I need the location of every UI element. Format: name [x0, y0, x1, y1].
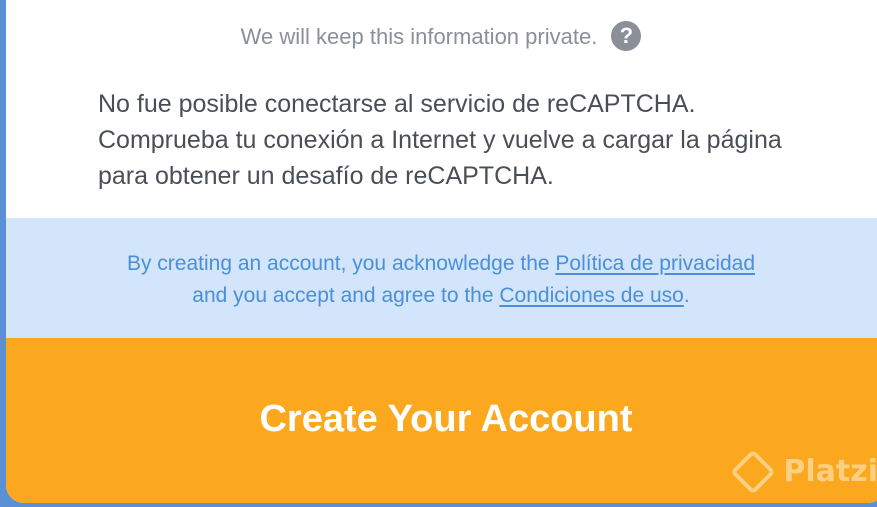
privacy-note-text: We will keep this information private. — [240, 24, 598, 49]
terms-suffix: . — [683, 284, 690, 307]
privacy-policy-link[interactable]: Política de privacidad — [555, 252, 755, 275]
platzi-watermark: Platzi — [730, 448, 877, 495]
terms-notice: By creating an account, you acknowledge … — [6, 218, 877, 338]
watermark-text: Platzi — [783, 454, 877, 489]
terms-of-use-link[interactable]: Condiciones de uso — [499, 284, 683, 307]
terms-text: By creating an account, you acknowledge … — [6, 248, 876, 312]
create-account-button[interactable]: Create Your Account Platzi — [6, 338, 877, 503]
recaptcha-error-message: No fue posible conectarse al servicio de… — [98, 90, 782, 190]
create-account-label: Create Your Account — [259, 398, 633, 440]
terms-middle: and you accept and agree to the — [192, 284, 500, 307]
privacy-note: We will keep this information private.? — [6, 20, 876, 54]
platzi-logo-icon — [730, 448, 777, 495]
signup-card: We will keep this information private.? … — [6, 0, 877, 503]
terms-prefix: By creating an account, you acknowledge … — [126, 252, 556, 275]
help-icon[interactable]: ? — [611, 21, 642, 52]
